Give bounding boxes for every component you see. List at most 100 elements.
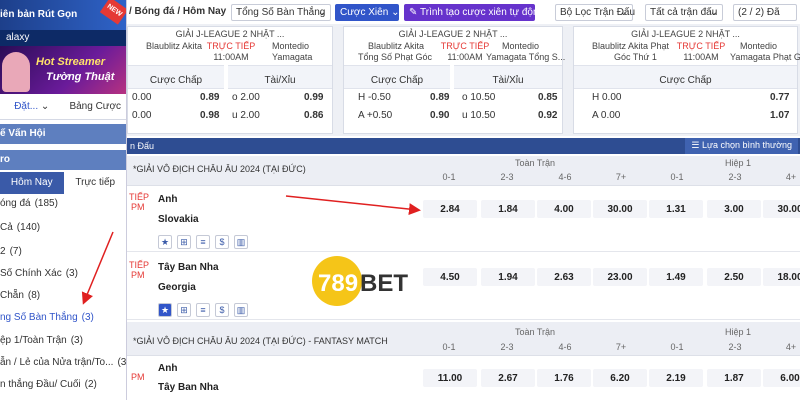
odd-button[interactable]: 3.00 — [707, 200, 761, 218]
market-select-value: Tổng Số Bàn Thắng — [236, 7, 326, 18]
col-header: 0-1 — [442, 172, 456, 182]
match-filter-select[interactable]: Bộ Lọc Trận Đấu ⌄ — [555, 4, 635, 21]
odd-button[interactable]: 2.67 — [481, 369, 535, 387]
compact-version-banner[interactable]: iên bản Rút Gọn NEW — [0, 0, 126, 30]
odd-button[interactable]: 23.00 — [593, 268, 647, 286]
away-team: Tây Ban Nha — [158, 382, 219, 393]
col-over-under: Tài/Xỉu — [228, 65, 332, 89]
odd-button[interactable]: 1.94 — [481, 268, 535, 286]
item-count: (3) — [70, 335, 83, 346]
auto-parlay-button[interactable]: ✎ Trình tạo cược xiên tự động — [404, 4, 544, 21]
odd-button[interactable]: 6.20 — [593, 369, 647, 387]
odd-button[interactable]: 4.50 — [423, 268, 477, 286]
odd-button[interactable]: 30.00 — [593, 200, 647, 218]
sidebar-item[interactable]: ẫn / Lẻ của Nửa trận/To...(3) — [0, 357, 126, 375]
brand-logo: 789 BET — [312, 256, 422, 306]
tab-bet-table[interactable]: Bảng Cược — [64, 101, 127, 112]
home-team: Anh — [158, 363, 178, 374]
promo-banner[interactable]: Hot Streamer Tường Thuật — [0, 46, 126, 94]
odd-button[interactable]: 6.00 — [763, 369, 800, 387]
parlay-button[interactable]: Cược Xiên ⌄ — [335, 4, 399, 21]
odd-button[interactable]: 1.76 — [537, 369, 591, 387]
card-time: 11:00AM — [213, 52, 249, 62]
odd-label: 0.00 — [132, 110, 152, 121]
odd-value[interactable]: 0.86 — [304, 110, 323, 121]
category-olympics[interactable]: ế Vấn Hội — [0, 124, 126, 144]
market-select[interactable]: Tổng Số Bàn Thắng ⌄ — [231, 4, 331, 21]
card-live-label: TRỰC TIẾP — [440, 41, 490, 51]
item-label: Số Chính Xác — [0, 268, 62, 279]
sidebar-item[interactable]: 2 (7) — [0, 246, 126, 264]
odd-value[interactable]: 0.99 — [304, 92, 323, 103]
sidebar-item[interactable]: Cả (140) — [0, 222, 126, 240]
odd-button[interactable]: 1.87 — [707, 369, 761, 387]
tab-today[interactable]: Hôm Nay — [0, 172, 64, 194]
star-icon[interactable]: ★ — [158, 303, 172, 317]
tab-bets[interactable]: Đặt... ⌄ — [0, 101, 64, 112]
sidebar-item-total-goals[interactable]: ng Số Bàn Thắng (3) — [0, 312, 126, 330]
list-icon[interactable]: ≡ — [196, 303, 210, 317]
odd-button[interactable]: 2.63 — [537, 268, 591, 286]
col-over-under: Tài/Xỉu — [454, 65, 562, 89]
match-row: PM Anh Tây Ban Nha 11.00 2.67 1.76 6.20 … — [127, 356, 800, 400]
galaxy-link[interactable]: alaxy — [0, 30, 126, 46]
odd-value[interactable]: 0.89 — [430, 92, 449, 103]
odd-value[interactable]: 0.89 — [200, 92, 219, 103]
list-icon[interactable]: ≡ — [196, 235, 210, 249]
sidebar-item[interactable]: ệp 1/Toàn Trận (3) — [0, 335, 126, 353]
dollar-icon[interactable]: $ — [215, 235, 229, 249]
odd-button[interactable]: 1.49 — [649, 268, 703, 286]
match-card[interactable]: GIẢI J-LEAGUE 2 NHẬT ... Blaublitz Akita… — [127, 26, 333, 134]
odd-button[interactable]: 2.84 — [423, 200, 477, 218]
col-header: 4-6 — [558, 342, 572, 352]
odd-value[interactable]: 0.85 — [538, 92, 557, 103]
odd-value[interactable]: 0.90 — [430, 110, 449, 121]
competition-header[interactable]: *GIẢI VÔ ĐỊCH CHÂU ÂU 2024 (TẠI ĐỨC) Toà… — [127, 156, 800, 186]
match-row: TIẾP PM Tây Ban Nha Georgia 4.50 1.94 2.… — [127, 254, 800, 300]
odd-button[interactable]: 4.00 — [537, 200, 591, 218]
odd-value[interactable]: 0.92 — [538, 110, 557, 121]
page-indicator[interactable]: (2 / 2) Đã — [733, 4, 797, 21]
item-label: ệp 1/Toàn Trận — [0, 335, 67, 346]
competition-header[interactable]: *GIẢI VÔ ĐỊCH CHÂU ÂU 2024 (TẠI ĐỨC) - F… — [127, 322, 800, 356]
odd-value[interactable]: 0.98 — [200, 110, 219, 121]
odd-button[interactable]: 1.84 — [481, 200, 535, 218]
odd-button[interactable]: 2.19 — [649, 369, 703, 387]
bars-icon[interactable]: ▥ — [234, 303, 248, 317]
chevron-down-icon: ⌄ — [391, 7, 400, 18]
odd-button[interactable]: 30.00 — [763, 200, 800, 218]
chevron-down-icon: ⌄ — [709, 7, 718, 18]
normal-options-button[interactable]: ☰ Lựa chọn bình thường — [685, 138, 798, 154]
match-card[interactable]: GIẢI J-LEAGUE 2 NHẬT ... Blaublitz Akita… — [343, 26, 565, 134]
match-card[interactable]: GIẢI J-LEAGUE 2 NHẬT ... Blaublitz Akita… — [573, 26, 800, 134]
odd-label: u 2.00 — [232, 110, 260, 121]
tab-live[interactable]: Trực tiếp — [64, 172, 127, 194]
odd-value[interactable]: 1.07 — [770, 110, 789, 121]
odd-button[interactable]: 2.50 — [707, 268, 761, 286]
sidebar-item[interactable]: Chẵn (8) — [0, 290, 126, 308]
home-team: Anh — [158, 194, 178, 205]
sidebar-item[interactable]: óng đá (185) — [0, 198, 126, 216]
all-matches-select[interactable]: Tất cả trận đấu ⌄ — [645, 4, 723, 21]
odd-button[interactable]: 1.31 — [649, 200, 703, 218]
item-label: Chẵn — [0, 290, 24, 301]
category-euro[interactable]: ro — [0, 150, 126, 170]
col-header: 4-6 — [558, 172, 572, 182]
odd-button[interactable]: 11.00 — [423, 369, 477, 387]
away-team: Slovakia — [158, 214, 199, 225]
star-icon[interactable]: ★ — [158, 235, 172, 249]
group-first-half: Hiệp 1 — [725, 158, 752, 168]
match-time: PM — [131, 372, 145, 382]
sidebar-item[interactable]: n thắng Đầu/ Cuối (2) — [0, 379, 126, 397]
card-home-team: Blaublitz Akita — [368, 41, 425, 51]
sidebar-item[interactable]: Số Chính Xác (3) — [0, 268, 126, 286]
stats-icon[interactable]: ⊞ — [177, 235, 191, 249]
bars-icon[interactable]: ▥ — [234, 235, 248, 249]
dollar-icon[interactable]: $ — [215, 303, 229, 317]
odd-label: A +0.50 — [358, 110, 393, 121]
odd-value[interactable]: 0.77 — [770, 92, 789, 103]
col-header: 0-1 — [670, 342, 684, 352]
card-home-team-2: Góc Thứ 1 — [614, 52, 657, 62]
stats-icon[interactable]: ⊞ — [177, 303, 191, 317]
odd-button[interactable]: 18.00 — [763, 268, 800, 286]
